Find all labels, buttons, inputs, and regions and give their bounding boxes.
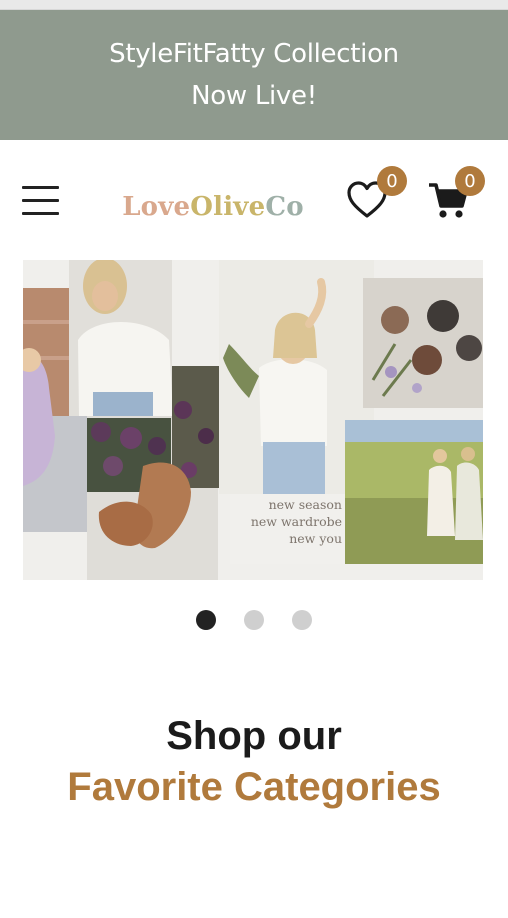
caption-line: new season <box>268 497 342 512</box>
logo-part-olive: Olive <box>190 192 266 222</box>
hero-caption: new season new wardrobe new you <box>230 496 342 547</box>
logo[interactable]: Love Olive Co <box>118 190 308 224</box>
caption-line: new wardrobe <box>250 514 342 529</box>
carousel-dot-2[interactable] <box>244 610 264 630</box>
announcement-line-1: StyleFitFatty Collection <box>109 39 399 69</box>
cart-button[interactable]: 0 <box>428 166 485 222</box>
carousel-dot-1[interactable] <box>196 610 216 630</box>
cart-count-badge: 0 <box>455 166 485 196</box>
heading-line-2: Favorite Categories <box>67 765 441 809</box>
logo-part-co: Co <box>265 192 304 222</box>
logo-part-love: Love <box>122 192 191 222</box>
carousel-pagination <box>0 610 508 630</box>
browser-edge <box>0 0 508 10</box>
section-heading: Shop our Favorite Categories <box>0 712 508 814</box>
site-header: Love Olive Co 0 0 <box>0 140 508 260</box>
wishlist-count-badge: 0 <box>377 166 407 196</box>
carousel-dot-3[interactable] <box>292 610 312 630</box>
hamburger-menu-icon[interactable] <box>22 186 60 216</box>
caption-line: new you <box>289 531 342 546</box>
announcement-bar[interactable]: StyleFitFatty Collection Now Live! <box>0 10 508 140</box>
announcement-line-2: Now Live! <box>191 81 317 111</box>
hero-carousel-slide[interactable]: new season new wardrobe new you <box>23 260 483 580</box>
heading-line-1: Shop our <box>166 714 342 758</box>
wishlist-button[interactable]: 0 <box>346 166 407 222</box>
